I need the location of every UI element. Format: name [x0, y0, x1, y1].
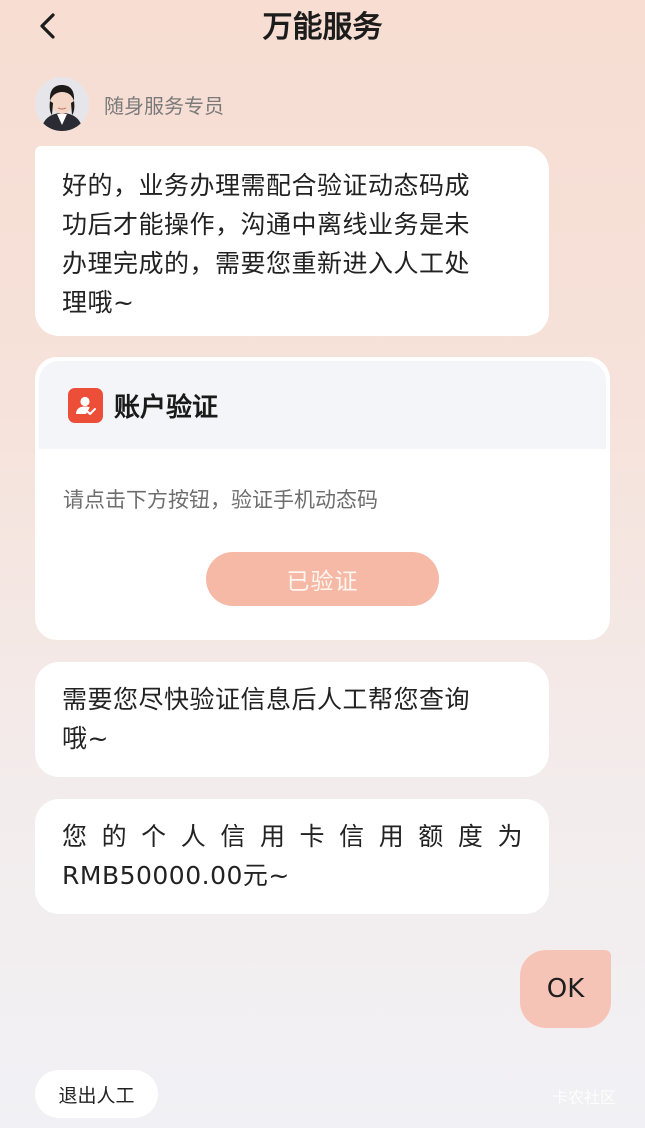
agent-message-bubble: 好的，业务办理需配合验证动态码成 功后才能操作，沟通中离线业务是未 办理完成的，… [35, 146, 549, 336]
message-line: 理哦~ [62, 288, 135, 317]
card-header: 账户验证 [39, 361, 606, 449]
card-title: 账户验证 [114, 392, 219, 423]
message-line: 哦~ [62, 724, 109, 753]
agent-name: 随身服务专员 [104, 93, 224, 118]
exit-human-service-button[interactable]: 退出人工 [35, 1070, 158, 1118]
verified-button[interactable]: 已验证 [206, 552, 439, 606]
card-description: 请点击下方按钮，验证手机动态码 [63, 488, 378, 512]
agent-message-bubble: 需要您尽快验证信息后人工帮您查询 哦~ [35, 662, 549, 777]
account-verify-card: 账户验证 请点击下方按钮，验证手机动态码 已验证 [35, 357, 610, 640]
message-line: 办理完成的，需要您重新进入人工处 [62, 249, 471, 278]
header: 万能服务 [0, 0, 645, 56]
message-line: 好的，业务办理需配合验证动态码成 [62, 171, 471, 200]
agent-message-bubble: 您的个人信用卡信用额度为 RMB50000.00元~ [35, 799, 549, 914]
message-line: 您的个人信用卡信用额度为 [62, 822, 523, 851]
message-line: 需要您尽快验证信息后人工帮您查询 [62, 685, 471, 714]
watermark: 卡农社区 [552, 1088, 617, 1107]
message-line: 功后才能操作，沟通中离线业务是未 [62, 210, 471, 239]
user-verify-icon [68, 387, 103, 423]
agent-info: 随身服务专员 [35, 76, 224, 132]
message-line: RMB50000.00元~ [62, 861, 290, 890]
user-message-bubble: OK [520, 950, 611, 1028]
agent-avatar[interactable] [35, 77, 89, 131]
page-title: 万能服务 [262, 10, 383, 45]
